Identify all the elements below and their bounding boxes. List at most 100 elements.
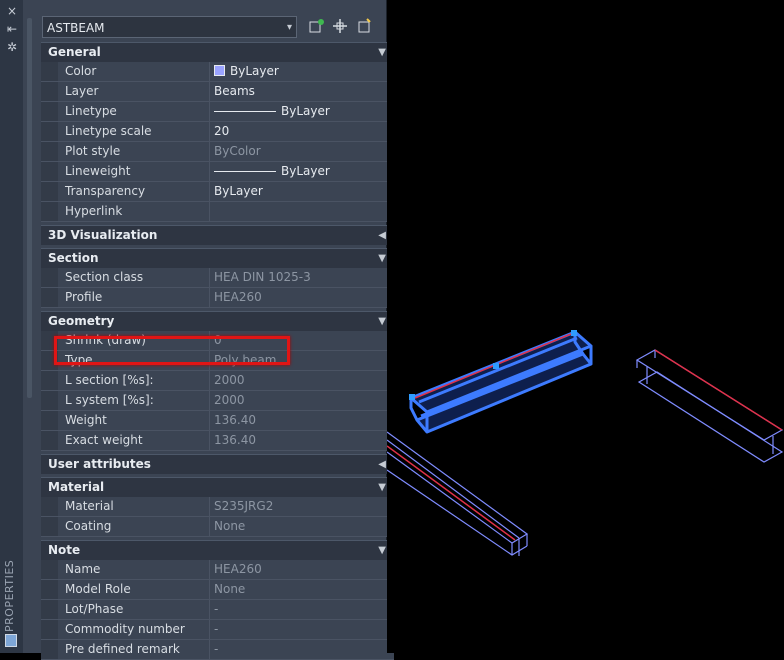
properties-panel: ASTBEAM ▾ General ▼ Color ByLayer Layer … [23,0,394,660]
row-commodity-number[interactable]: Commodity number - [41,620,394,640]
row-model-role[interactable]: Model Role None [41,580,394,600]
row-lot-phase[interactable]: Lot/Phase - [41,600,394,620]
beam-edge-red [654,349,783,431]
property-value[interactable]: ByLayer [210,102,394,121]
property-label: Exact weight [58,431,210,450]
property-value[interactable] [210,202,394,221]
quick-select-icon[interactable] [308,18,326,36]
property-value[interactable]: ByLayer [210,62,394,81]
row-pre-defined-remark[interactable]: Pre defined remark - [41,640,394,660]
color-swatch-icon [214,65,225,76]
property-label: Model Role [58,580,210,599]
row-hyperlink[interactable]: Hyperlink [41,202,394,222]
property-value: ByColor [214,144,261,158]
section-title: Note [48,543,81,557]
row-layer[interactable]: Layer Beams [41,82,394,102]
property-label: Profile [58,288,210,307]
property-value: S235JRG2 [214,499,274,513]
property-label: Color [58,62,210,81]
collapse-icon: ▼ [378,253,386,264]
property-label: L system [%s]: [58,391,210,410]
row-plot-style[interactable]: Plot style ByColor [41,142,394,162]
property-value: None [214,519,246,533]
linetype-value: ByLayer [281,104,330,118]
section-title: User attributes [48,457,151,471]
select-objects-icon[interactable] [331,18,349,36]
selected-beam [409,330,593,434]
row-linetype-scale[interactable]: Linetype scale 20 [41,122,394,142]
collapse-icon: ▼ [378,545,386,556]
object-type-value: ASTBEAM [47,21,105,35]
row-name[interactable]: Name HEA260 [41,560,394,580]
section-title: Geometry [48,314,115,328]
row-weight[interactable]: Weight 136.40 [41,411,394,431]
section-section[interactable]: Section ▼ [41,248,394,268]
object-type-select[interactable]: ASTBEAM ▾ [42,16,297,38]
grip-handle [571,330,577,336]
property-value: 2000 [214,373,245,387]
property-value[interactable]: ByLayer [210,182,394,201]
close-icon[interactable]: × [5,4,19,18]
beam-drawing [386,330,784,556]
row-type[interactable]: Type Poly beam [41,351,394,371]
section-title: General [48,45,101,59]
palette-title: PROPERTIES [3,559,16,632]
model-viewport[interactable] [386,0,784,653]
property-label: Shrink (draw) [58,331,210,350]
beam-right [635,349,784,463]
property-label: Plot style [58,142,210,161]
row-l-section[interactable]: L section [%s]: 2000 [41,371,394,391]
property-label: Linetype [58,102,210,121]
line-sample-icon [214,111,276,112]
section-note[interactable]: Note ▼ [41,540,394,560]
row-shrink[interactable]: Shrink (draw) 0 [41,331,394,351]
row-exact-weight[interactable]: Exact weight 136.40 [41,431,394,451]
row-coating[interactable]: Coating None [41,517,394,537]
property-label: Lineweight [58,162,210,181]
row-color[interactable]: Color ByLayer [41,62,394,82]
collapse-icon: ▼ [378,47,386,58]
row-profile[interactable]: Profile HEA260 [41,288,394,308]
palette-strip: × ⇤ ✲ PROPERTIES [0,0,24,653]
expand-icon: ◀ [378,459,386,470]
section-title: Section [48,251,99,265]
section-title: 3D Visualization [48,228,158,242]
row-material[interactable]: Material S235JRG2 [41,497,394,517]
section-title: Material [48,480,105,494]
auto-hide-icon[interactable]: ⇤ [5,22,19,36]
lineweight-value: ByLayer [281,164,330,178]
property-value: 0 [214,333,222,347]
section-geometry[interactable]: Geometry ▼ [41,311,394,331]
property-value: 136.40 [214,413,256,427]
property-label: L section [%s]: [58,371,210,390]
property-value: Poly beam [214,353,277,367]
toggle-pickadd-icon[interactable] [355,18,373,36]
section-general[interactable]: General ▼ [41,42,394,62]
property-label: Layer [58,82,210,101]
property-value: - [214,602,219,616]
property-value: HEA260 [214,290,262,304]
property-sections: General ▼ Color ByLayer Layer Beams Line… [41,42,394,660]
collapse-icon: ▼ [378,316,386,327]
grip-handle [493,363,499,369]
property-value[interactable]: 20 [210,122,394,141]
scrollbar[interactable] [27,18,32,398]
row-lineweight[interactable]: Lineweight ByLayer [41,162,394,182]
property-value: HEA DIN 1025-3 [214,270,311,284]
palette-settings-icon[interactable]: ✲ [5,40,19,54]
expand-icon: ◀ [378,230,386,241]
property-label: Linetype scale [58,122,210,141]
property-value: 136.40 [214,433,256,447]
property-value[interactable]: ByLayer [210,162,394,181]
section-user-attributes[interactable]: User attributes ◀ [41,454,394,474]
row-transparency[interactable]: Transparency ByLayer [41,182,394,202]
row-section-class[interactable]: Section class HEA DIN 1025-3 [41,268,394,288]
section-material[interactable]: Material ▼ [41,477,394,497]
section-3d-visualization[interactable]: 3D Visualization ◀ [41,225,394,245]
row-l-system[interactable]: L system [%s]: 2000 [41,391,394,411]
property-value[interactable]: Beams [210,82,394,101]
row-linetype[interactable]: Linetype ByLayer [41,102,394,122]
property-label: Material [58,497,210,516]
calculator-icon[interactable] [5,634,17,647]
property-value: None [214,582,246,596]
